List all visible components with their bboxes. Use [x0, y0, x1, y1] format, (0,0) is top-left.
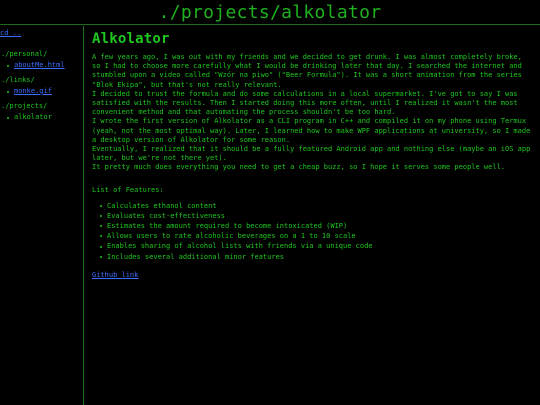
list-item: Allows users to rate alcoholic beverages… — [100, 231, 532, 241]
current-project-label: alkolator — [14, 113, 52, 121]
sidebar: cd .. ./personal/ aboutMe.html ./links/ … — [0, 26, 84, 405]
sidebar-item-alkolator: alkolator — [7, 113, 83, 122]
sidebar-group-projects: ./projects/ alkolator — [0, 102, 83, 122]
paragraph-android: Eventually, I realized that it should be… — [92, 145, 531, 163]
list-item: Calculates ethanol content — [100, 201, 532, 211]
feature-text: Includes several additional minor featur… — [107, 252, 285, 261]
page: ./projects/alkolator cd .. ./personal/ a… — [0, 0, 540, 405]
bullet-icon — [7, 90, 9, 93]
features-heading: List of Features: — [92, 185, 164, 194]
bullet-icon — [100, 235, 102, 238]
feature-text: Allows users to rate alcoholic beverages… — [107, 232, 356, 241]
paragraph-first-version: I wrote the first version of Alkolator a… — [92, 117, 531, 144]
sidebar-group-links: ./links/ monke.gif — [0, 76, 83, 96]
github-link[interactable]: Github link — [92, 271, 138, 279]
feature-text: Evaluates cost-effectiveness — [107, 211, 226, 220]
bullet-icon — [100, 255, 102, 258]
paragraph-summary: It pretty much does everything you need … — [92, 163, 506, 172]
features-list: Calculates ethanol content Evaluates cos… — [92, 201, 532, 262]
list-item: Enables sharing of alcohol lists with fr… — [100, 241, 532, 251]
bullet-icon — [100, 245, 102, 248]
sidebar-item-monke: monke.gif — [7, 87, 83, 96]
sidebar-item-aboutme: aboutMe.html — [7, 61, 83, 70]
main-content: Alkolator A few years ago, I was out wit… — [92, 31, 532, 281]
bullet-icon — [100, 225, 102, 228]
feature-text: Enables sharing of alcohol lists with fr… — [107, 242, 373, 251]
monke-gif-link[interactable]: monke.gif — [14, 87, 52, 96]
page-path-title: ./projects/alkolator — [158, 2, 382, 23]
header-bar: ./projects/alkolator — [0, 0, 540, 25]
bullet-icon — [100, 204, 102, 207]
feature-text: Calculates ethanol content — [107, 201, 217, 210]
aboutme-link[interactable]: aboutMe.html — [14, 61, 65, 70]
sidebar-group-personal: ./personal/ aboutMe.html — [0, 50, 83, 70]
sidebar-list: aboutMe.html — [0, 61, 83, 70]
sidebar-list: alkolator — [0, 113, 83, 122]
list-item: Includes several additional minor featur… — [100, 252, 532, 262]
paragraph-formula: I decided to trust the formula and do so… — [92, 89, 518, 117]
bullet-icon — [7, 64, 9, 67]
sidebar-dir-label: ./links/ — [1, 76, 35, 84]
list-item: Evaluates cost-effectiveness — [100, 211, 532, 221]
sidebar-list: monke.gif — [0, 87, 83, 96]
intro-paragraph: A few years ago, I was out with my frien… — [92, 53, 522, 89]
list-item: Estimates the amount required to become … — [100, 221, 532, 231]
sidebar-dir-label: ./personal/ — [1, 50, 48, 58]
bullet-icon — [100, 214, 102, 217]
bullet-icon — [7, 116, 9, 119]
cd-up-link[interactable]: cd .. — [0, 29, 83, 38]
page-title: Alkolator — [92, 31, 170, 47]
feature-text: Estimates the amount required to become … — [107, 222, 348, 231]
sidebar-dir-label: ./projects/ — [1, 102, 48, 110]
